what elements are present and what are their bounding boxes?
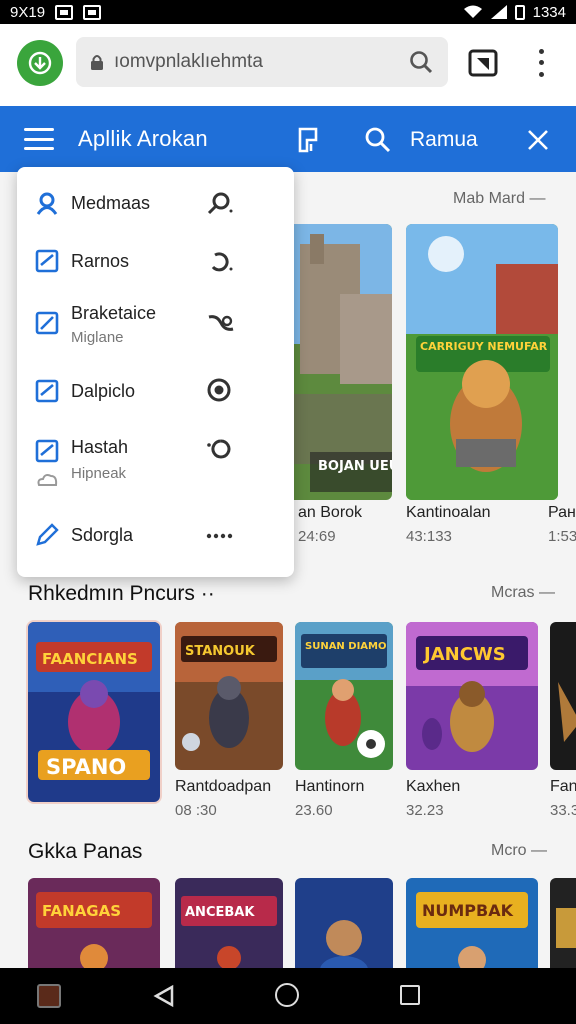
- featured-tile-2-name: Kantinoalan: [406, 504, 491, 521]
- drawer-item-5-label: Hastah: [71, 437, 129, 457]
- svg-text:STANOUK: STANOUK: [185, 644, 256, 659]
- drawer-item-1[interactable]: Medmaas: [17, 175, 294, 231]
- tabs-icon[interactable]: [467, 48, 499, 78]
- app-bar: Apllik Arokan Ramua: [0, 106, 576, 172]
- section-1-tile-3-name: Hantinorn: [295, 778, 365, 795]
- section-1-tile-5-meta: 33.3: [550, 802, 576, 819]
- section-1-tile-2-name: Rantdoadpan: [175, 778, 272, 795]
- drawer-item-6[interactable]: Sdorgla: [17, 507, 294, 563]
- drawer-item-3-sub: Miglane: [71, 329, 124, 346]
- status-time-left: 9X19: [10, 3, 46, 21]
- pen-icon: [36, 523, 59, 546]
- section-2-tile-4[interactable]: NUMPBAK: [406, 878, 538, 968]
- svg-text:SUNAN DIAMO: SUNAN DIAMO: [305, 641, 387, 652]
- section-2-title: Gkka Panas: [28, 840, 143, 863]
- svg-text:JANCWS: JANCWS: [422, 644, 506, 665]
- checkbox-icon: [35, 249, 59, 273]
- section-2-tile-3[interactable]: [295, 878, 393, 968]
- section-2-tile-5[interactable]: [550, 878, 576, 968]
- profile-icon: [36, 192, 58, 215]
- section-2-tile-1[interactable]: FANAGAS: [28, 878, 160, 968]
- svg-text:NUMPBAK: NUMPBAK: [422, 901, 514, 920]
- close-icon[interactable]: [526, 128, 550, 152]
- drawer-item-5-sub: Hipneak: [71, 465, 127, 482]
- search-icon: [207, 192, 233, 215]
- back-icon[interactable]: [152, 984, 176, 1008]
- section-1-tile-2-meta: 08 :30: [175, 802, 217, 819]
- drawer-item-5[interactable]: Hastah Hipneak: [17, 423, 294, 495]
- lock-icon: [91, 55, 103, 70]
- wifi-icon: [463, 5, 482, 18]
- status-time-right: 1334: [532, 3, 566, 21]
- menu-icon[interactable]: [24, 128, 54, 150]
- search-icon[interactable]: [408, 49, 434, 75]
- section-1-title: Rhkedmın Pncurs ··: [28, 582, 215, 605]
- edit-icon: [35, 311, 59, 335]
- section-1-tile-4[interactable]: JANCWS: [406, 622, 538, 770]
- featured-tile-1-name: an Borok: [298, 504, 363, 521]
- section-1-tile-5[interactable]: [550, 622, 576, 770]
- featured-tile-1-meta: 24:69: [298, 528, 336, 545]
- checkbox-icon: [35, 379, 59, 403]
- download-icon[interactable]: [17, 40, 63, 86]
- recent-apps-icon[interactable]: [400, 985, 420, 1005]
- drawer-item-1-label: Medmaas: [71, 193, 151, 213]
- status-bar: 9X19 1334: [0, 0, 576, 24]
- svg-text:SPANO: SPANO: [46, 755, 126, 779]
- featured-tile-3-name: Ран: [548, 504, 576, 521]
- search-icon[interactable]: [364, 126, 392, 154]
- drawer-item-3[interactable]: Braketaice Miglane: [17, 291, 294, 363]
- notification-icon-2: [83, 4, 102, 20]
- section-1-tile-3-meta: 23.60: [295, 802, 333, 819]
- search-query[interactable]: Ramua: [410, 128, 478, 152]
- home-icon[interactable]: [275, 983, 299, 1007]
- bookmark-icon[interactable]: [296, 126, 322, 154]
- svg-text:CARRIGUY NEMUFAR: CARRIGUY NEMUFAR: [420, 340, 548, 353]
- browser-toolbar: ıomvpnlaklıehmta: [0, 24, 576, 106]
- battery-icon: [514, 4, 525, 20]
- signal-icon: [490, 5, 507, 19]
- section-1-tile-2[interactable]: STANOUK: [175, 622, 283, 770]
- drawer-item-2-label: Rarnos: [71, 251, 130, 271]
- featured-tile-2[interactable]: CARRIGUY NEMUFAR: [406, 224, 558, 500]
- featured-more-link[interactable]: Mab Mard —: [453, 190, 545, 208]
- section-2-more-link[interactable]: Mcro —: [491, 842, 547, 860]
- target-icon: [207, 378, 231, 402]
- app-title: Apllik Arokan: [78, 126, 208, 151]
- section-1-tile-1[interactable]: FAANCIANS SPANO: [28, 622, 160, 802]
- drawer-item-6-label: Sdorgla: [71, 525, 134, 545]
- app-shortcut-icon[interactable]: [37, 984, 61, 1008]
- featured-tile-2-meta: 43:133: [406, 528, 452, 545]
- loop-icon: [208, 315, 234, 331]
- section-1-more-link[interactable]: Mcras —: [491, 584, 555, 602]
- svg-text:BOJAN UEUH: BOJAN UEUH: [318, 459, 392, 474]
- url-text: ıomvpnlaklıehmta: [114, 51, 263, 72]
- refresh-icon: [211, 252, 233, 272]
- cloud-icon: [37, 474, 58, 486]
- section-1-tile-3[interactable]: SUNAN DIAMO: [295, 622, 393, 770]
- system-navigation-bar: [0, 968, 576, 1024]
- svg-text:FAANCIANS: FAANCIANS: [42, 650, 138, 668]
- featured-tile-3-meta: 1:53: [548, 528, 576, 545]
- more-options-icon[interactable]: [528, 46, 554, 80]
- drawer-item-2[interactable]: Rarnos: [17, 233, 294, 289]
- checkbox-icon: [35, 439, 59, 463]
- section-1-tile-4-name: Kaxhen: [406, 778, 461, 795]
- notification-icon: [55, 4, 74, 20]
- section-1-tile-5-name: Fan: [550, 778, 576, 795]
- screen: 9X19 1334 ıomvpnlaklıehmta Apllik Arokan…: [0, 0, 576, 1024]
- drawer-item-4[interactable]: Dalpiclo: [17, 363, 294, 419]
- spinner-icon: [207, 439, 231, 459]
- section-2-tile-2[interactable]: ANCEBAK: [175, 878, 283, 968]
- svg-text:FANAGAS: FANAGAS: [42, 902, 121, 920]
- drawer-item-4-label: Dalpiclo: [71, 381, 136, 401]
- url-bar[interactable]: ıomvpnlaklıehmta: [76, 37, 448, 87]
- navigation-drawer: Medmaas Rarnos Braketaice Miglane Dalpic…: [17, 167, 294, 577]
- svg-text:ANCEBAK: ANCEBAK: [185, 905, 255, 920]
- more-icon: [206, 533, 233, 539]
- drawer-item-3-label: Braketaice: [71, 303, 157, 323]
- section-1-tile-4-meta: 32.23: [406, 802, 444, 819]
